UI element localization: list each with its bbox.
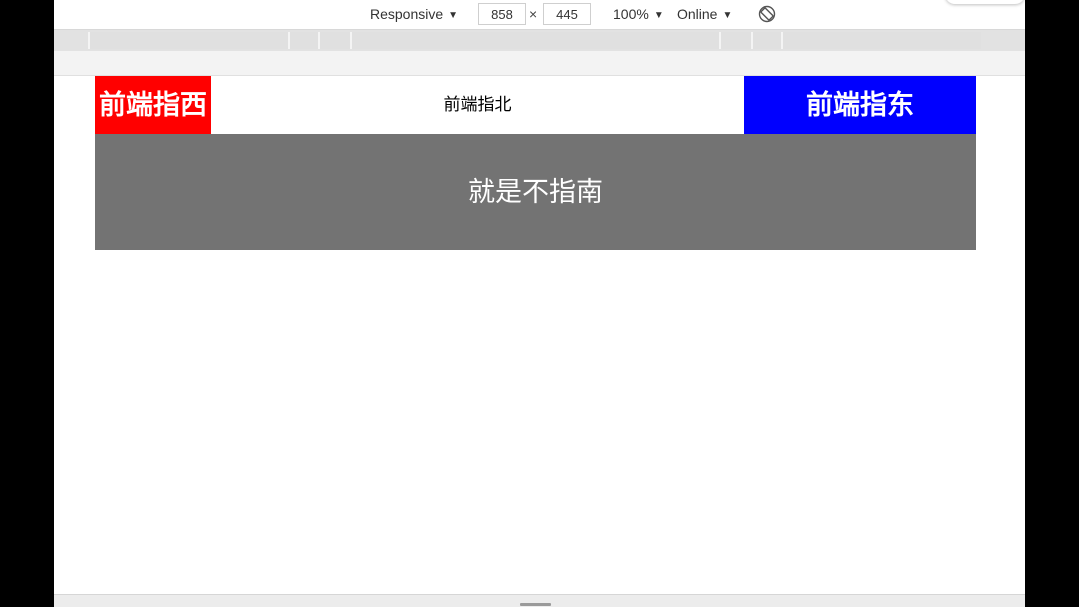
ruler bbox=[54, 51, 1025, 76]
times-separator: × bbox=[529, 6, 538, 22]
media-query-bar bbox=[54, 30, 1025, 51]
zoom-select-label: 100% bbox=[613, 6, 649, 22]
east-box: 前端指东 bbox=[744, 76, 976, 134]
media-query-segment[interactable] bbox=[781, 32, 981, 49]
bottom-resize-bar bbox=[54, 594, 1025, 607]
west-box: 前端指西 bbox=[95, 76, 211, 134]
device-select[interactable]: Responsive ▼ bbox=[370, 0, 458, 29]
width-input[interactable] bbox=[478, 3, 526, 25]
media-query-segment[interactable] bbox=[88, 32, 288, 49]
chevron-down-icon: ▼ bbox=[653, 10, 664, 21]
height-input[interactable] bbox=[543, 3, 591, 25]
media-query-segment[interactable] bbox=[719, 32, 751, 49]
page-viewport: 前端指西 前端指北 前端指东 就是不指南 bbox=[54, 76, 1025, 594]
chevron-down-icon: ▼ bbox=[722, 10, 733, 21]
zoom-select[interactable]: 100% ▼ bbox=[613, 0, 664, 29]
resize-handle-icon[interactable] bbox=[520, 603, 551, 606]
rotate-device-icon[interactable] bbox=[758, 5, 776, 23]
media-query-segment[interactable] bbox=[288, 32, 318, 49]
device-select-label: Responsive bbox=[370, 6, 444, 22]
south-box: 就是不指南 bbox=[95, 134, 976, 250]
media-query-segment[interactable] bbox=[751, 32, 781, 49]
device-toolbar: Responsive ▼ × 100% ▼ Online ▼ bbox=[54, 0, 1025, 30]
media-query-segment[interactable] bbox=[318, 32, 350, 49]
devtools-device-frame: Responsive▼ × 100%▼ Online▼ 前端指西 前端指 bbox=[54, 0, 1025, 607]
media-query-segment[interactable] bbox=[350, 32, 719, 49]
throttle-select-label: Online bbox=[677, 6, 718, 22]
corner-tooltip-bubble bbox=[945, 0, 1025, 4]
north-box: 前端指北 bbox=[211, 76, 744, 134]
throttle-select[interactable]: Online ▼ bbox=[677, 0, 732, 29]
chevron-down-icon: ▼ bbox=[448, 10, 459, 21]
header-row: 前端指西 前端指北 前端指东 bbox=[95, 76, 976, 134]
